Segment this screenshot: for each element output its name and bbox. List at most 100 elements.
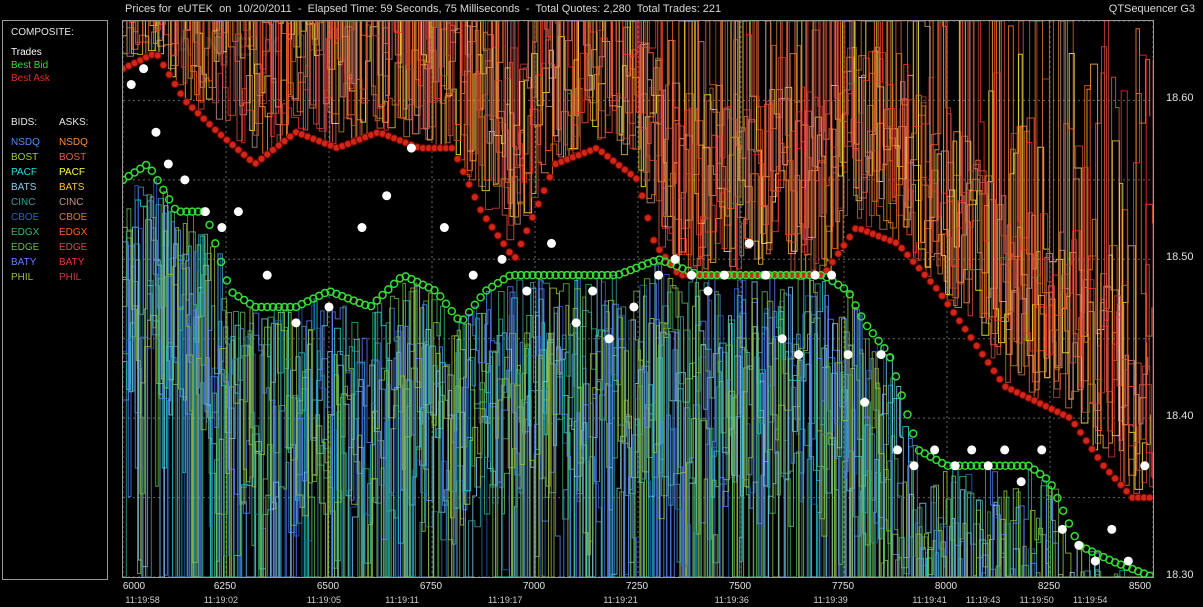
best-ask-marker	[182, 98, 191, 107]
best-ask-marker	[234, 145, 243, 154]
trade-marker	[522, 286, 532, 296]
time-tick-label: 11:19:41	[912, 595, 947, 605]
best-ask-marker	[159, 61, 168, 70]
best-ask-marker	[493, 231, 502, 240]
best-bid-marker	[384, 285, 393, 294]
trade-marker	[126, 80, 136, 90]
time-tick-label: 11:19:58	[125, 595, 160, 605]
best-bid-marker	[389, 279, 399, 289]
x-tick-label: 7500	[728, 581, 752, 592]
trade-marker	[468, 270, 478, 280]
best-bid-marker	[378, 290, 387, 300]
legend-item-edgx: EDGX	[11, 227, 40, 238]
trade-marker	[1074, 540, 1084, 550]
legend-item-bost: BOST	[11, 152, 39, 163]
best-ask-marker	[643, 213, 652, 222]
composite-label: COMPOSITE:	[11, 27, 74, 38]
legend-panel: COMPOSITE: Trades Best Bid Best Ask BIDS: …	[2, 20, 108, 580]
trade-marker	[843, 350, 853, 360]
best-ask-marker	[511, 253, 520, 262]
legend-item-pacf: PACF	[59, 167, 85, 178]
best-ask-marker	[984, 358, 993, 367]
best-ask-marker	[165, 70, 174, 79]
best-ask-marker	[545, 173, 554, 182]
trade-marker	[983, 461, 993, 471]
best-ask-marker	[240, 150, 249, 159]
legend-item-phil: PHIL	[59, 272, 82, 283]
best-ask-marker	[978, 350, 987, 359]
trade-marker	[909, 461, 919, 471]
price-chart[interactable]: NANEX	[122, 20, 1154, 578]
time-tick-label: 11:19:02	[203, 595, 239, 605]
legend-item-cinc: CINC	[11, 197, 36, 208]
trade-marker	[827, 270, 837, 280]
best-ask-marker	[920, 270, 929, 279]
x-tick-label: 6250	[213, 581, 237, 592]
best-ask-marker	[966, 333, 975, 342]
time-tick-label: 11:19:39	[813, 595, 848, 605]
x-tick-label: 6000	[122, 581, 146, 592]
chart-canvas	[123, 21, 1153, 577]
trade-marker	[180, 175, 190, 185]
trade-marker	[382, 191, 392, 201]
trade-marker	[1107, 524, 1117, 534]
time-tick-label: 11:19:43	[965, 595, 1001, 605]
y-tick-label: 18.50	[1166, 251, 1194, 264]
trade-marker	[546, 238, 556, 248]
best-ask-marker	[499, 239, 508, 248]
best-bid-marker	[141, 160, 151, 170]
best-ask-marker	[540, 186, 549, 195]
best-ask-marker	[1082, 436, 1091, 445]
best-ask-marker	[205, 120, 214, 129]
best-bid-marker	[862, 321, 872, 331]
best-ask-marker	[1105, 468, 1114, 477]
trade-marker	[571, 318, 581, 328]
best-bid-marker	[908, 429, 918, 438]
trade-marker	[629, 302, 639, 312]
best-bid-marker	[222, 276, 232, 285]
best-bid-marker	[476, 293, 485, 302]
time-tick-label: 11:19:17	[487, 595, 523, 605]
best-ask-marker	[170, 80, 179, 89]
trade-marker	[930, 445, 940, 455]
best-bid-marker	[470, 300, 480, 310]
best-ask-marker	[516, 240, 525, 249]
best-ask-marker	[153, 51, 162, 60]
best-ask-marker	[528, 213, 537, 222]
best-ask-marker	[1070, 420, 1079, 429]
x-tick-label: 8250	[1037, 581, 1061, 592]
bids-label: BIDS:	[11, 117, 38, 128]
x-tick-label: 8500	[1128, 581, 1152, 592]
best-ask-marker	[217, 131, 226, 140]
best-ask-marker	[1099, 461, 1108, 470]
y-tick-label: 18.60	[1166, 92, 1194, 105]
best-bid-marker	[372, 296, 382, 305]
y-tick-label: 18.40	[1166, 410, 1194, 423]
trade-marker	[1057, 524, 1067, 534]
x-tick-label: 6500	[316, 581, 340, 592]
best-ask-marker	[828, 258, 837, 267]
legend-item-edge: EDGE	[11, 242, 40, 253]
legend-item-nsdq: NSDQ	[59, 137, 88, 148]
trade-marker	[1140, 461, 1150, 471]
best-bid-marker	[897, 391, 906, 400]
best-bid-marker	[164, 195, 174, 204]
best-ask-marker	[1122, 487, 1131, 496]
best-ask-marker	[961, 325, 970, 334]
y-tick-label: 18.30	[1166, 569, 1194, 581]
time-tick-label: 11:19:21	[603, 595, 638, 605]
legend-item-edge: EDGE	[59, 242, 88, 253]
app-name: QTSequencer G3	[1108, 3, 1195, 15]
best-ask-marker	[909, 257, 918, 266]
best-ask-marker	[632, 174, 641, 183]
best-bid-marker	[868, 329, 878, 338]
trade-marker	[324, 302, 334, 312]
best-ask-marker	[914, 264, 923, 273]
trade-marker	[1000, 445, 1010, 455]
trade-marker	[950, 461, 960, 471]
trade-marker	[604, 334, 614, 344]
best-ask-marker	[972, 341, 981, 350]
best-ask-marker	[188, 103, 197, 112]
best-bid-marker	[435, 292, 445, 301]
time-tick-label: 11:19:05	[306, 595, 342, 605]
